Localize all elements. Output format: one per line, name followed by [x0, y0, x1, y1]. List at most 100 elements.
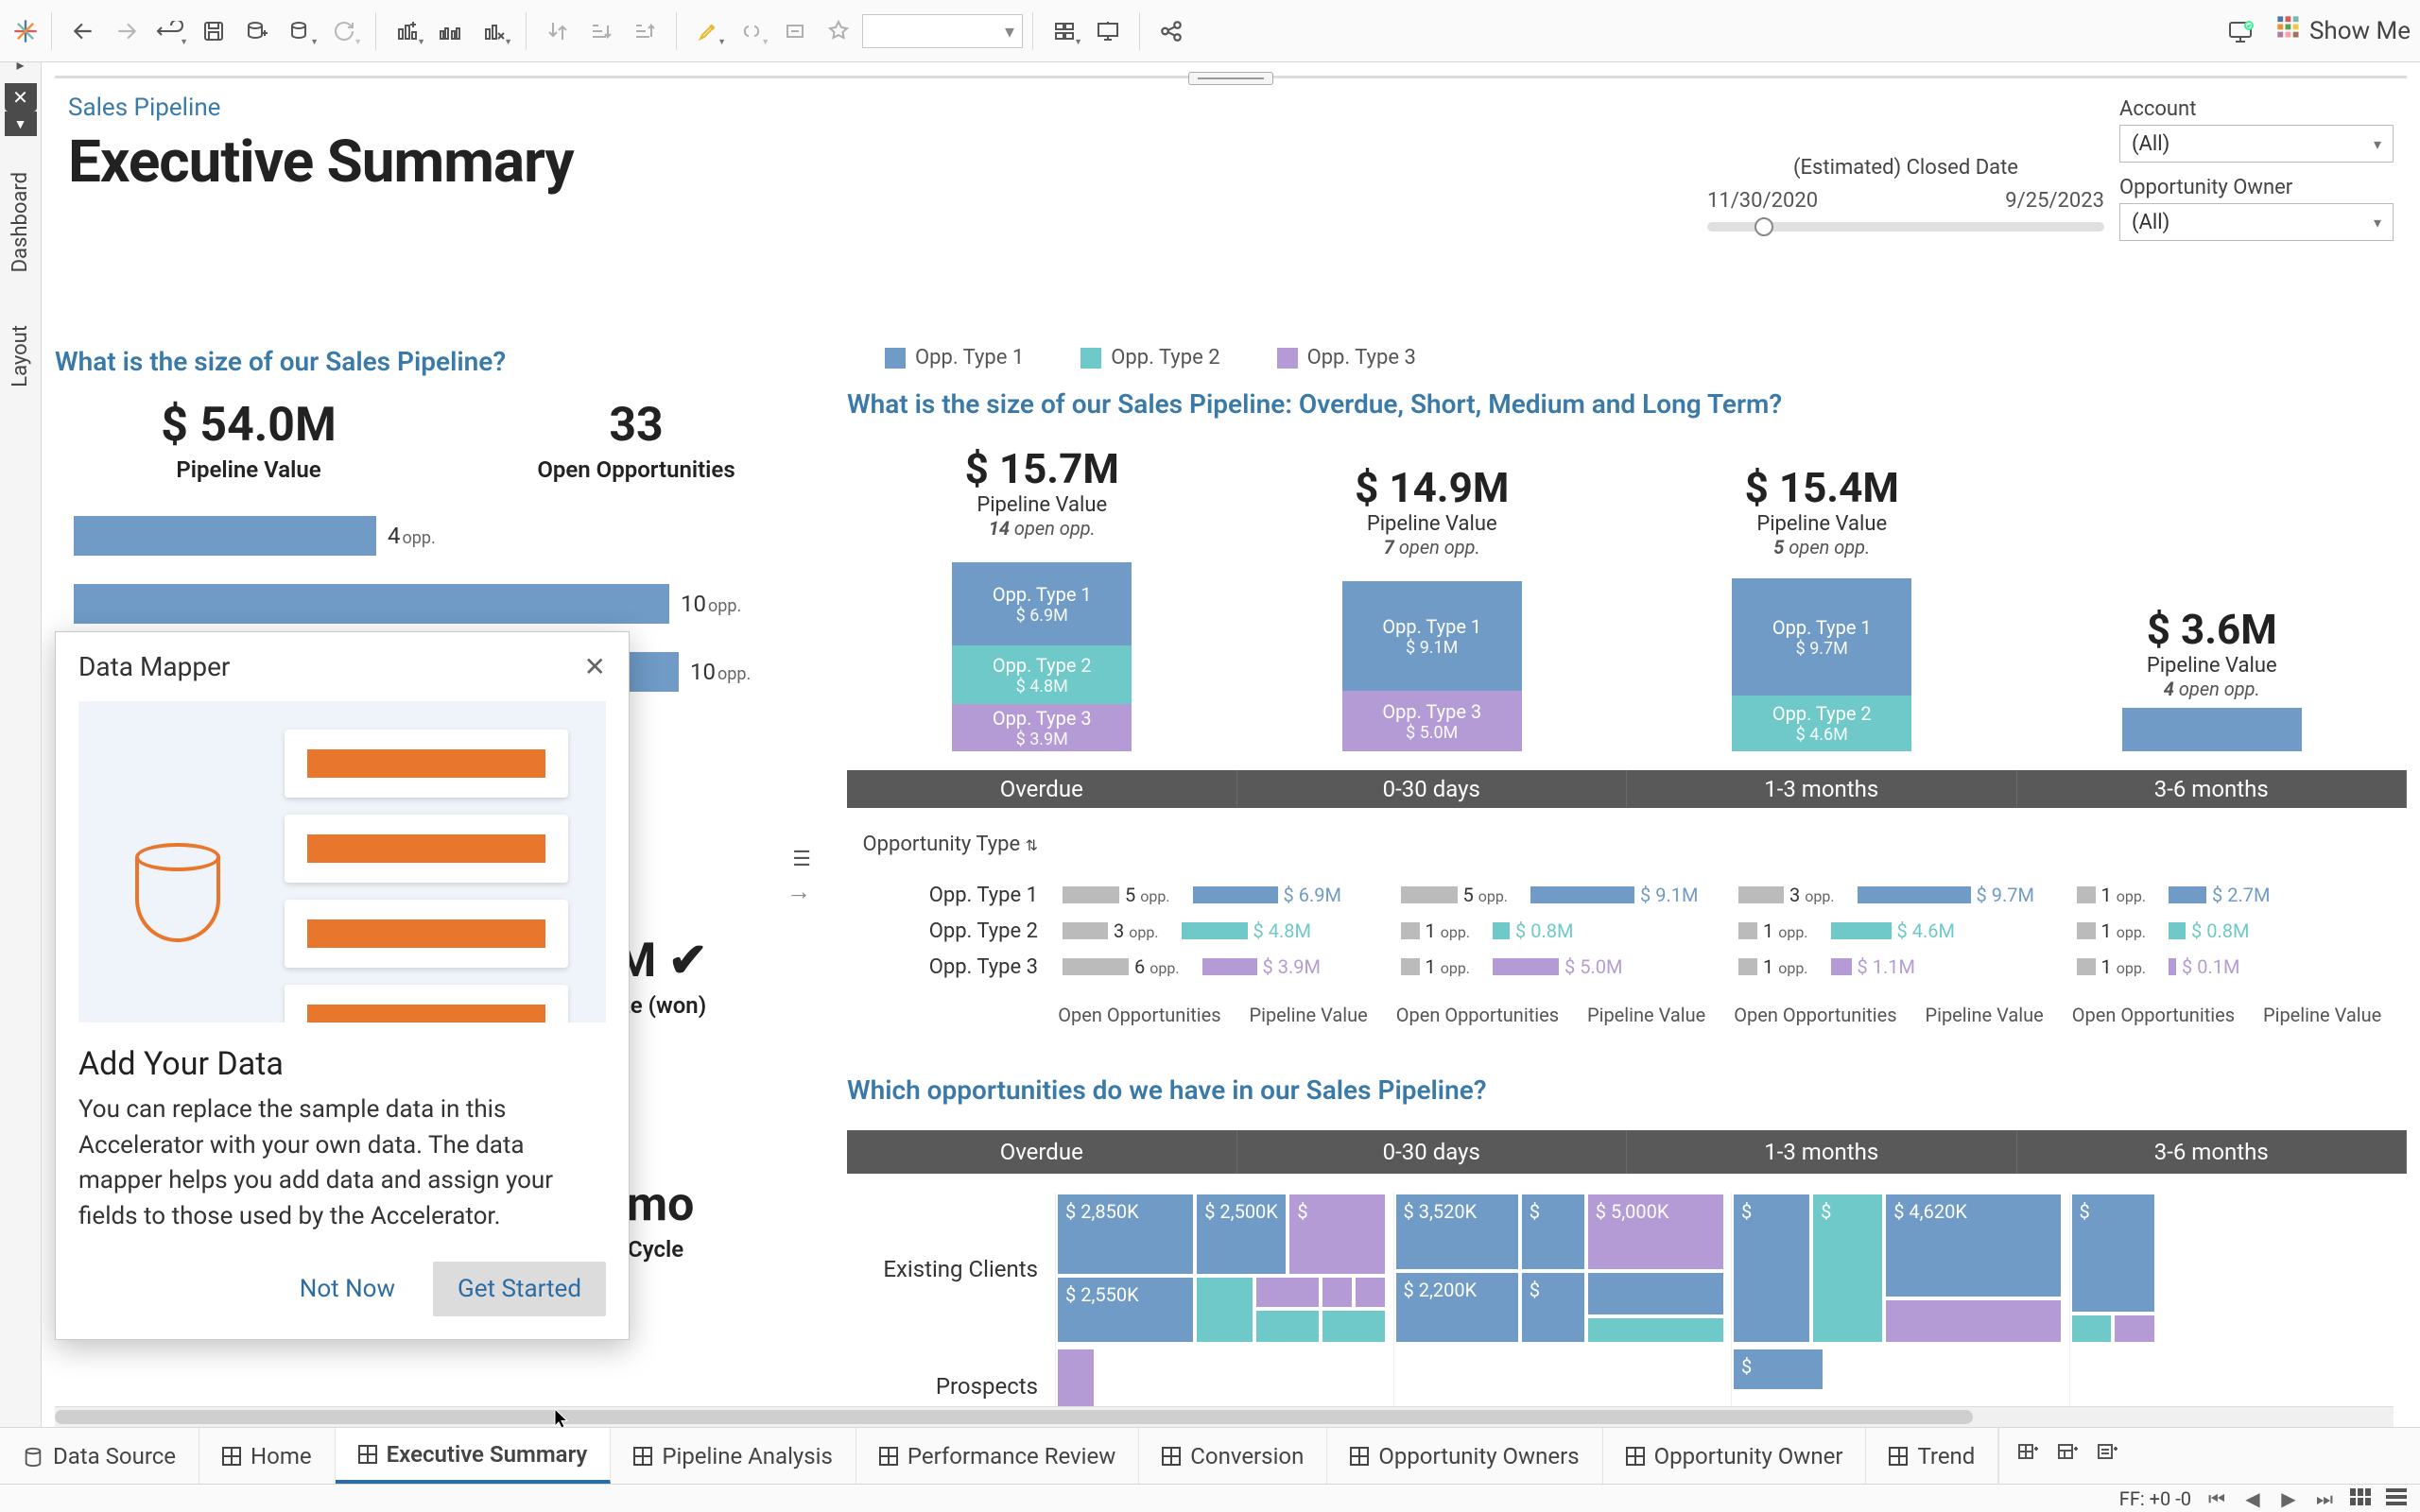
stack-segment[interactable]: Opp. Type 1$ 9.7M	[1732, 578, 1911, 696]
share-button[interactable]	[1150, 9, 1193, 53]
tab-performance-review[interactable]: Performance Review	[856, 1428, 1139, 1484]
filter-account[interactable]: (All)	[2119, 125, 2394, 163]
treemap-tile[interactable]: $ 4,620K	[1884, 1193, 2063, 1298]
stack-segment[interactable]: Opp. Type 1$ 9.1M	[1342, 581, 1522, 691]
table-row[interactable]: Opp. Type 3 6 opp. $ 3.9M 1 opp. $ 5.0M …	[847, 949, 2407, 985]
revert-button[interactable]: ▼	[148, 9, 192, 53]
treemap-tile[interactable]	[1586, 1316, 1725, 1344]
highlight-button[interactable]: ▼	[686, 9, 730, 53]
treemap[interactable]: Existing ClientsProspects $ 2,850K$ 2,50…	[847, 1193, 2407, 1427]
stack-segment[interactable]: Opp. Type 2$ 4.6M	[1732, 696, 1911, 751]
sidebar-tab-dashboard[interactable]: Dashboard	[9, 155, 32, 289]
treemap-area[interactable]: $$$ 4,620K	[1732, 1193, 2064, 1344]
auto-update-button[interactable]: ▼	[279, 9, 322, 53]
tab-home[interactable]: Home	[199, 1428, 336, 1484]
treemap-tile[interactable]	[1195, 1276, 1254, 1344]
next-page-button[interactable]: ▶	[2278, 1487, 2299, 1510]
table-cell[interactable]: 1 opp. $ 5.0M	[1393, 955, 1732, 978]
treemap-tile[interactable]	[1354, 1276, 1387, 1309]
period-column[interactable]: $ 15.7MPipeline Value14 open opp.Opp. Ty…	[847, 444, 1237, 751]
table-cell[interactable]: 1 opp. $ 2.7M	[2069, 884, 2408, 906]
expand-sidebar-button[interactable]: ▸	[11, 55, 30, 74]
tab-executive-summary[interactable]: Executive Summary	[336, 1428, 612, 1484]
stacked-bar-chart[interactable]: $ 15.7MPipeline Value14 open opp.Opp. Ty…	[847, 444, 2407, 751]
new-data-button[interactable]	[235, 9, 279, 53]
show-cards-button[interactable]: ▼	[1043, 9, 1086, 53]
bar-row[interactable]: 10opp.	[74, 570, 811, 638]
tab-opportunity-owners[interactable]: Opportunity Owners	[1327, 1428, 1602, 1484]
table-cell[interactable]: 5 opp. $ 9.1M	[1393, 884, 1732, 906]
treemap-tile[interactable]	[2070, 1314, 2114, 1344]
table-cell[interactable]: 3 opp. $ 4.8M	[1055, 919, 1393, 942]
period-column[interactable]: $ 14.9MPipeline Value7 open opp.Opp. Typ…	[1237, 444, 1628, 751]
breadcrumb[interactable]: Sales Pipeline	[68, 94, 2407, 122]
group-button[interactable]: ▼	[730, 9, 773, 53]
treemap-tile[interactable]: $ 2,500K	[1195, 1193, 1288, 1276]
tab-conversion[interactable]: Conversion	[1139, 1428, 1327, 1484]
last-page-button[interactable]: ⏭	[2314, 1487, 2335, 1510]
stack-segment[interactable]: Opp. Type 3$ 5.0M	[1342, 691, 1522, 751]
stack-segment[interactable]: Opp. Type 2$ 4.8M	[952, 645, 1132, 704]
date-slider-thumb[interactable]	[1754, 217, 1773, 236]
table-cell[interactable]: 1 opp. $ 0.8M	[1393, 919, 1732, 942]
treemap-tile[interactable]: $ 2,200K	[1394, 1271, 1520, 1344]
treemap-tile[interactable]	[1884, 1298, 2063, 1344]
table-cell[interactable]: 1 opp. $ 0.1M	[2069, 955, 2408, 978]
prev-page-button[interactable]: ◀	[2242, 1487, 2263, 1510]
treemap-tile[interactable]: $	[2070, 1193, 2156, 1314]
bar-row[interactable]: 4opp.	[74, 502, 811, 570]
treemap-tile[interactable]: $	[1811, 1193, 1884, 1344]
tab-trend[interactable]: Trend	[1866, 1428, 1998, 1484]
filter-owner[interactable]: (All)	[2119, 203, 2394, 241]
stack-segment[interactable]	[2122, 708, 2302, 751]
opp-table[interactable]: Opp. Type 1 5 opp. $ 6.9M 5 opp. $ 9.1M …	[847, 877, 2407, 985]
new-worksheet-button[interactable]: ▼	[386, 9, 429, 53]
table-cell[interactable]: 6 opp. $ 3.9M	[1055, 955, 1393, 978]
treemap-tile[interactable]	[1254, 1276, 1321, 1309]
treemap-tile[interactable]: $ 2,850K	[1056, 1193, 1195, 1276]
drag-handle[interactable]	[1188, 72, 1273, 85]
table-cell[interactable]: 1 opp. $ 1.1M	[1731, 955, 2069, 978]
table-row[interactable]: Opp. Type 2 3 opp. $ 4.8M 1 opp. $ 0.8M …	[847, 913, 2407, 949]
new-worksheet-icon[interactable]	[2016, 1442, 2039, 1470]
legend-item[interactable]: Opp. Type 2	[1080, 346, 1219, 369]
treemap-tile[interactable]: $ 2,550K	[1056, 1276, 1195, 1344]
view-grid-icon[interactable]	[2350, 1487, 2371, 1510]
horizontal-scrollbar[interactable]	[847, 1406, 2394, 1427]
new-story-icon[interactable]	[2096, 1442, 2118, 1470]
period-column[interactable]: $ 3.6MPipeline Value4 open opp.	[2017, 444, 2408, 751]
treemap-tile[interactable]: $	[1520, 1193, 1586, 1271]
treemap-area[interactable]: $ 3,520K$$ 5,000K$ 2,200K$	[1394, 1193, 1726, 1344]
undo-button[interactable]	[61, 9, 105, 53]
table-row[interactable]: Opp. Type 1 5 opp. $ 6.9M 5 opp. $ 9.1M …	[847, 877, 2407, 913]
table-cell[interactable]: 5 opp. $ 6.9M	[1055, 884, 1393, 906]
treemap-tile[interactable]	[1586, 1271, 1725, 1316]
legend-item[interactable]: Opp. Type 3	[1277, 346, 1416, 369]
treemap-tile[interactable]	[1321, 1276, 1354, 1309]
new-dashboard-icon[interactable]	[2056, 1442, 2079, 1470]
save-button[interactable]	[192, 9, 235, 53]
redo-button[interactable]	[105, 9, 148, 53]
treemap-tile[interactable]	[1321, 1309, 1387, 1344]
refresh-button[interactable]: ▼	[322, 9, 366, 53]
sidebar-tab-layout[interactable]: Layout	[9, 308, 32, 404]
treemap-tile[interactable]: $	[1732, 1193, 1811, 1344]
stack-segment[interactable]: Opp. Type 3$ 3.9M	[952, 704, 1132, 751]
treemap-tile[interactable]: $	[1520, 1271, 1586, 1344]
treemap-tile[interactable]	[2113, 1314, 2156, 1344]
tab-opportunity-owner[interactable]: Opportunity Owner	[1603, 1428, 1867, 1484]
treemap-tile[interactable]: $	[1288, 1193, 1387, 1276]
show-me-button[interactable]: Show Me	[2275, 14, 2411, 47]
sort-icon[interactable]: ⇅	[1026, 836, 1038, 854]
stack-segment[interactable]: Opp. Type 1$ 6.9M	[952, 562, 1132, 645]
date-slider-track[interactable]	[1707, 222, 2104, 232]
treemap-area[interactable]: $ 2,850K$ 2,500K$ $ 2,550K	[1056, 1193, 1388, 1344]
table-cell[interactable]: 1 opp. $ 4.6M	[1731, 919, 2069, 942]
tab-data-source[interactable]: Data Source	[0, 1428, 199, 1484]
legend[interactable]: Opp. Type 1Opp. Type 2Opp. Type 3	[847, 346, 2407, 369]
treemap-tile[interactable]: $	[1732, 1348, 1824, 1391]
modal-not-now-button[interactable]: Not Now	[275, 1262, 420, 1316]
modal-close-button[interactable]: ✕	[584, 651, 606, 682]
treemap-area[interactable]: $	[2070, 1193, 2402, 1344]
duplicate-button[interactable]	[429, 9, 473, 53]
